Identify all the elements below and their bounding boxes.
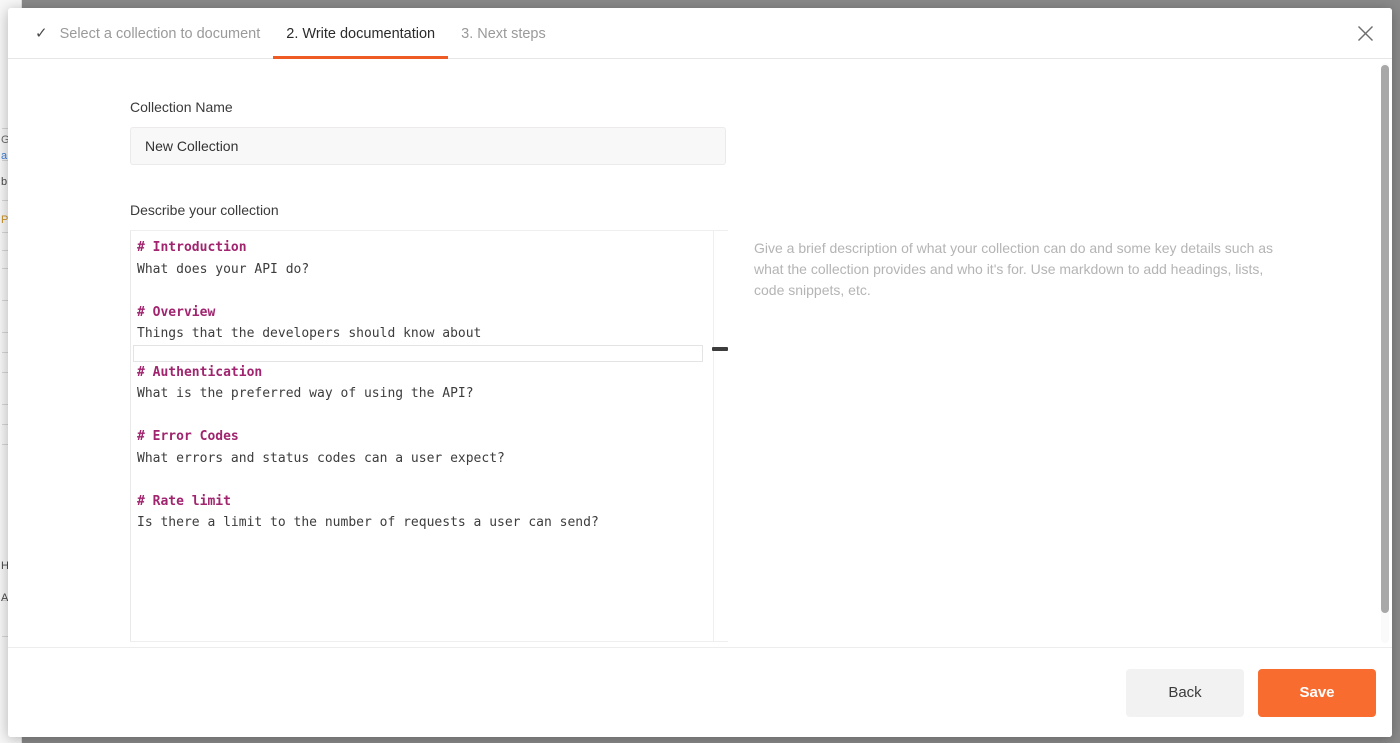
editor-text-line: What errors and status codes can a user … [137, 450, 505, 466]
tab-next-steps-label: 3. Next steps [461, 25, 546, 42]
editor-active-line[interactable] [133, 344, 703, 362]
editor-text-line: Things that the developers should know a… [137, 326, 482, 341]
back-button[interactable]: Back [1126, 668, 1244, 717]
editor-text-line: Is there a limit to the number of reques… [137, 515, 599, 530]
collection-name-input[interactable] [130, 127, 726, 165]
collection-name-label: Collection Name [130, 99, 233, 115]
tab-select-collection-label: Select a collection to document [59, 25, 261, 42]
check-icon: ✓ [35, 25, 48, 42]
markdown-editor-content[interactable]: # Introduction What does your API do? # Ov… [131, 231, 714, 641]
editor-scroll-gutter [712, 231, 728, 641]
documentation-modal: ✓ Select a collection to document 2. Wri… [8, 8, 1392, 737]
close-icon[interactable] [1350, 18, 1380, 48]
editor-row: # Introduction What does your API do? # Ov… [130, 230, 1378, 642]
describe-collection-label: Describe your collection [130, 202, 279, 218]
editor-help-text: Give a brief description of what your co… [754, 240, 1274, 298]
tab-select-collection[interactable]: ✓ Select a collection to document [22, 8, 273, 59]
editor-text-line: What does your API do? [137, 261, 310, 277]
tab-write-documentation-label: 2. Write documentation [286, 25, 436, 42]
editor-blank-line [137, 469, 714, 491]
tab-next-steps[interactable]: 3. Next steps [448, 8, 559, 59]
editor-horizontal-scrollbar[interactable] [712, 346, 728, 351]
editor-heading-line: # Overview [137, 304, 216, 320]
modal-body-scrollbar-thumb[interactable] [1381, 65, 1389, 613]
markdown-editor[interactable]: # Introduction What does your API do? # Ov… [130, 230, 728, 642]
wizard-tabs: ✓ Select a collection to document 2. Wri… [8, 8, 559, 59]
editor-heading-line: # Authentication [137, 364, 263, 380]
modal-body: Collection Name Describe your collection… [8, 59, 1392, 648]
editor-blank-line [137, 280, 714, 302]
modal-body-scrollbar[interactable] [1381, 63, 1389, 643]
editor-text-line: What is the preferred way of using the A… [137, 386, 474, 401]
modal-header: ✓ Select a collection to document 2. Wri… [8, 8, 1392, 59]
editor-heading-line: # Rate limit [137, 493, 231, 509]
editor-heading-line: # Introduction [137, 240, 247, 255]
tab-write-documentation[interactable]: 2. Write documentation [273, 8, 448, 59]
save-button[interactable]: Save [1258, 668, 1376, 717]
modal-footer: Back Save [8, 648, 1392, 737]
modal-body-content: Collection Name Describe your collection… [8, 59, 1378, 647]
editor-heading-line: # Error Codes [137, 429, 239, 444]
editor-blank-line [137, 405, 714, 427]
